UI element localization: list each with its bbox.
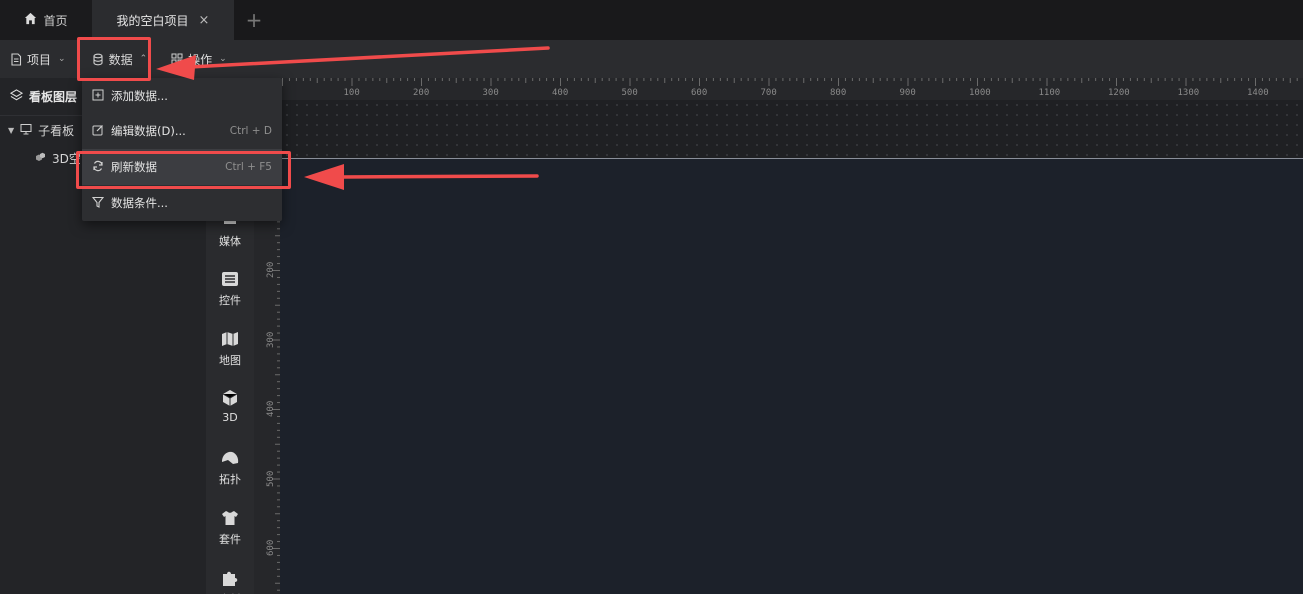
strip-item-label: 控件 [219,294,241,307]
ruler-label: 200 [413,88,430,98]
menu-item-label: 添加数据... [111,89,168,103]
ruler-label: 1200 [1108,88,1130,98]
tab-home[interactable]: 首页 [0,0,92,40]
ruler-label: 1300 [1177,88,1200,98]
caret-down-icon[interactable]: ▼ [8,126,14,135]
strip-item-label: 拓扑 [219,473,241,486]
grid-icon [171,53,183,65]
strip-item-material[interactable]: 素材 [206,570,254,594]
highlight-data-menu [77,37,151,81]
controls-icon [221,271,239,290]
shirt-icon [221,510,239,529]
menu-project[interactable]: 项目 ⌄ [0,40,76,78]
menu-item-add-data[interactable]: 添加数据... [82,78,282,114]
add-box-icon [92,89,104,104]
strip-item-kit[interactable]: 套件 [206,510,254,547]
file-icon [10,52,22,66]
topology-icon [220,450,240,469]
ruler-label: 1100 [1038,88,1061,98]
menu-item-shortcut: Ctrl + D [229,125,272,137]
monitor-icon [20,123,32,138]
edit-icon [92,124,104,139]
ruler-label: 1000 [969,88,991,98]
ruler-label: 500 [266,470,276,487]
layers-icon [9,88,24,105]
chevron-down-icon: ⌄ [58,54,66,64]
ruler-label: 1400 [1247,88,1269,98]
strip-item-3d[interactable]: 3D [206,390,254,424]
tab-project[interactable]: 我的空白项目 × [92,0,234,40]
ruler-label: 200 [266,261,276,278]
menu-item-edit-data[interactable]: 编辑数据(D)... Ctrl + D [82,113,282,149]
layer-item-label: 子看板 [38,123,75,138]
ruler-label: 700 [760,88,777,98]
highlight-refresh-item [76,151,291,189]
ruler-label: 300 [482,88,499,98]
canvas-grid-dots [282,100,1303,156]
menu-project-label: 项目 [27,52,52,67]
ruler-horizontal-bar: 100 200 300 400 500 600 700 800 900 1000 1100 1200 1… [282,78,1303,100]
menu-operate-label: 操作 [188,52,213,67]
map-icon [221,331,239,350]
component-strip: 媒体 控件 地图 3D 拓扑 套件 素材 [206,158,254,594]
ruler-label: 400 [552,88,569,98]
menu-item-data-condition[interactable]: 数据条件... [82,185,282,221]
data-dropdown-menu: 添加数据... 编辑数据(D)... Ctrl + D 刷新数据 Ctrl + … [82,78,282,221]
home-icon [24,12,37,28]
ruler-label: 400 [266,400,276,417]
filter-icon [91,196,105,211]
layers-title: 看板图层 [29,90,78,104]
tab-project-label: 我的空白项目 [116,13,189,28]
ruler-horizontal: 100 200 300 400 500 600 700 800 900 1000 1100 1200 1… [282,78,1303,158]
ruler-vertical: 100200300400500600 [254,158,280,594]
strip-item-label: 地图 [219,354,241,367]
chevron-down-icon: ⌄ [219,54,227,64]
puzzle-icon [221,570,239,589]
strip-item-topology[interactable]: 拓扑 [206,450,254,487]
menu-item-label: 数据条件... [111,196,168,210]
cube-icon [221,390,239,409]
strip-item-label: 3D [222,411,238,424]
tab-bar: 首页 我的空白项目 × + [0,0,1303,40]
strip-item-label: 媒体 [219,235,241,248]
close-icon[interactable]: × [199,13,210,28]
ruler-label: 100 [343,88,360,98]
tab-home-label: 首页 [43,13,68,28]
menu-operate[interactable]: 操作 ⌄ [161,40,237,78]
ruler-label: 600 [266,539,276,556]
strip-item-controls[interactable]: 控件 [206,271,254,308]
menu-item-label: 编辑数据(D)... [111,124,186,138]
ruler-label: 900 [899,88,916,98]
ruler-label: 800 [830,88,847,98]
cubes-icon [34,151,46,166]
add-tab-button[interactable]: + [234,0,274,40]
strip-item-map[interactable]: 地图 [206,331,254,368]
ruler-label: 600 [691,88,708,98]
design-canvas[interactable] [280,158,1303,594]
ruler-label: 300 [266,331,276,348]
toolbar: 项目 ⌄ 数据 ⌃ 操作 ⌄ [0,40,1303,78]
strip-item-label: 套件 [219,533,241,546]
ruler-label: 500 [621,88,638,98]
